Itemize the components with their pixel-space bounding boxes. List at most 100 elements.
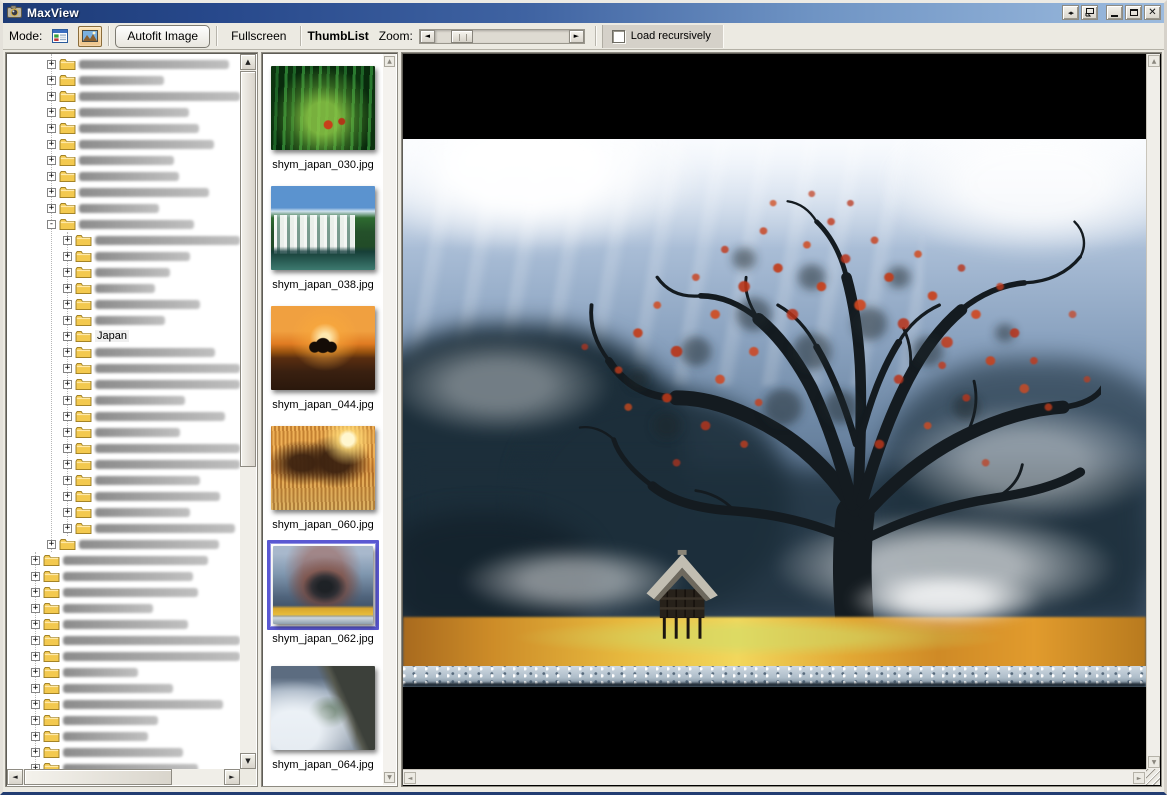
folder-label-redacted[interactable] [79, 172, 179, 181]
folder-label-redacted[interactable] [63, 764, 198, 770]
tree-expander-icon[interactable]: + [63, 460, 72, 469]
tree-expander-icon[interactable]: + [47, 188, 56, 197]
load-recursively-checkbox[interactable] [612, 30, 625, 43]
folder-label-redacted[interactable] [79, 124, 199, 133]
tree-expander-icon[interactable]: + [63, 396, 72, 405]
folder-label-redacted[interactable] [63, 748, 183, 757]
tree-row[interactable]: + [7, 536, 240, 552]
folder-label-redacted[interactable] [95, 300, 200, 309]
collapse-icon[interactable]: ◂▸ [1062, 5, 1079, 20]
tree-expander-icon[interactable]: + [31, 732, 40, 741]
tree-vertical-scrollbar[interactable]: ▲ ▼ [240, 54, 256, 769]
scroll-down-arrow-icon[interactable]: ▼ [240, 753, 256, 769]
tree-expander-icon[interactable]: + [47, 76, 56, 85]
tree-expander-icon[interactable]: + [47, 204, 56, 213]
thumbnails-mode-button[interactable] [48, 26, 72, 47]
folder-label-redacted[interactable] [95, 476, 200, 485]
thumbnail-image[interactable] [271, 186, 375, 270]
tree-expander-icon[interactable]: + [63, 252, 72, 261]
tree-expander-icon[interactable]: + [63, 508, 72, 517]
thumbnail-image[interactable] [271, 306, 375, 390]
tree-row[interactable]: + [7, 120, 240, 136]
tree-expander-icon[interactable]: + [31, 684, 40, 693]
tree-expander-icon[interactable]: - [47, 220, 56, 229]
folder-label-redacted[interactable] [95, 236, 240, 245]
minimize-icon[interactable] [1106, 5, 1123, 20]
tree-row[interactable]: + [7, 648, 240, 664]
tree-row[interactable]: + [7, 552, 240, 568]
send-to-tray-icon[interactable] [1081, 5, 1098, 20]
tree-expander-icon[interactable]: + [63, 284, 72, 293]
folder-label-redacted[interactable] [95, 380, 240, 389]
tree-expander-icon[interactable]: + [47, 172, 56, 181]
folder-label-redacted[interactable] [79, 108, 189, 117]
folder-label-redacted[interactable] [79, 60, 229, 69]
tree-expander-icon[interactable]: + [31, 556, 40, 565]
scroll-up-arrow-icon[interactable]: ▲ [1148, 55, 1160, 67]
tree-expander-icon[interactable]: + [31, 764, 40, 770]
folder-label-redacted[interactable] [95, 348, 215, 357]
folder-label-redacted[interactable] [63, 700, 223, 709]
tree-row[interactable]: + [7, 632, 240, 648]
tree-expander-icon[interactable]: + [63, 316, 72, 325]
tree-row[interactable]: + [7, 360, 240, 376]
tree-expander-icon[interactable]: + [31, 700, 40, 709]
folder-label-redacted[interactable] [79, 204, 159, 213]
folder-label-redacted[interactable] [63, 668, 138, 677]
zoom-slider-track[interactable] [435, 30, 569, 43]
tree-row[interactable]: + [7, 392, 240, 408]
tree-expander-icon[interactable]: + [47, 156, 56, 165]
tree-row[interactable]: + [7, 104, 240, 120]
thumbnail-item[interactable]: shym_japan_064.jpg [263, 660, 383, 780]
folder-label-redacted[interactable] [63, 588, 198, 597]
tree-row[interactable]: + [7, 88, 240, 104]
folder-label-redacted[interactable] [79, 540, 219, 549]
tree-row[interactable]: + [7, 424, 240, 440]
tree-row[interactable]: + [7, 504, 240, 520]
image-viewport[interactable] [403, 54, 1146, 769]
tree-row[interactable]: - [7, 216, 240, 232]
folder-label-redacted[interactable] [95, 524, 235, 533]
main-vertical-scrollbar[interactable]: ▲ ▼ [1146, 54, 1160, 769]
tree-row[interactable]: + [7, 248, 240, 264]
tree-expander-icon[interactable]: + [63, 300, 72, 309]
tree-expander-icon[interactable]: + [31, 620, 40, 629]
folder-label-redacted[interactable] [63, 604, 153, 613]
thumblist-scrollbar[interactable]: ▲ ▼ [383, 54, 396, 785]
titlebar[interactable]: MaxView ◂▸ ✕ [3, 3, 1164, 23]
resize-grip[interactable] [1146, 769, 1160, 785]
tree-expander-icon[interactable]: + [31, 588, 40, 597]
tree-row[interactable]: + [7, 184, 240, 200]
close-icon[interactable]: ✕ [1144, 5, 1161, 20]
tree-expander-icon[interactable]: + [63, 268, 72, 277]
tree-row[interactable]: + [7, 344, 240, 360]
zoom-slider-thumb[interactable] [451, 30, 473, 43]
folder-label-redacted[interactable] [79, 220, 194, 229]
folder-label-redacted[interactable] [79, 188, 209, 197]
tree-row[interactable]: + [7, 664, 240, 680]
tree-row[interactable]: + [7, 152, 240, 168]
thumbnail-list[interactable]: shym_japan_030.jpg shym_japan_038.jpg sh… [263, 54, 383, 785]
fullscreen-button[interactable]: Fullscreen [223, 25, 294, 48]
thumbnail-item[interactable]: shym_japan_062.jpg [263, 540, 383, 660]
thumbnail-image[interactable] [271, 426, 375, 510]
folder-label-redacted[interactable] [63, 556, 208, 565]
tree-expander-icon[interactable]: + [63, 332, 72, 341]
tree-hscroll-thumb[interactable] [24, 769, 172, 785]
thumbnail-image[interactable] [273, 546, 373, 624]
tree-row[interactable]: + [7, 200, 240, 216]
tree-row[interactable]: + [7, 456, 240, 472]
tree-expander-icon[interactable]: + [31, 716, 40, 725]
folder-label-redacted[interactable] [63, 732, 148, 741]
tree-row[interactable]: + [7, 440, 240, 456]
folder-label-redacted[interactable] [63, 684, 173, 693]
scroll-left-arrow-icon[interactable]: ◄ [404, 772, 416, 784]
tree-expander-icon[interactable]: + [47, 540, 56, 549]
folder-label-redacted[interactable] [95, 412, 225, 421]
thumbnail-item[interactable]: shym_japan_038.jpg [263, 180, 383, 300]
tree-expander-icon[interactable]: + [31, 652, 40, 661]
tree-expander-icon[interactable]: + [63, 348, 72, 357]
scroll-right-arrow-icon[interactable]: ► [1133, 772, 1145, 784]
tree-row[interactable]: + [7, 136, 240, 152]
tree-row[interactable]: + [7, 488, 240, 504]
